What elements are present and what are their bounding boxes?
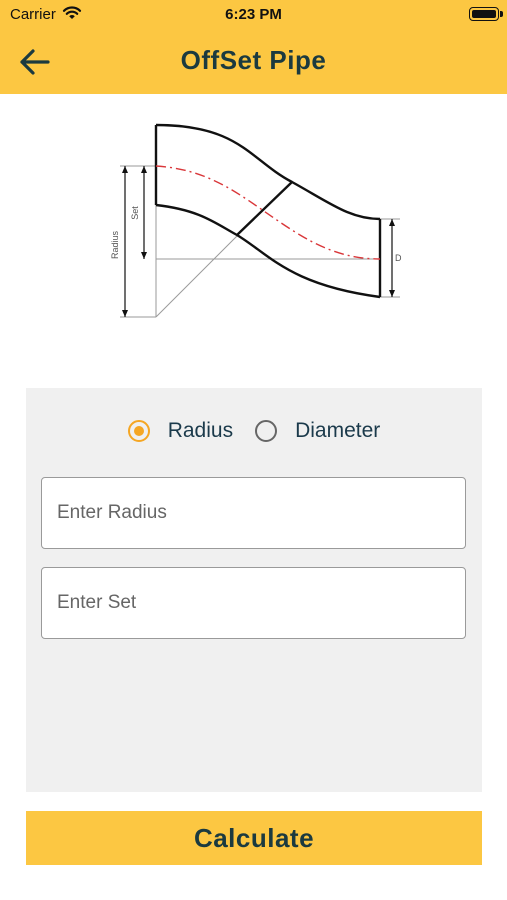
radio-label-diameter[interactable]: Diameter (295, 419, 380, 443)
input-panel: Radius Diameter (26, 388, 482, 792)
mode-radio-group: Radius Diameter (26, 416, 482, 446)
diameter-dimension-label: D (395, 253, 402, 263)
battery-icon (469, 7, 503, 21)
status-time: 6:23 PM (225, 6, 282, 23)
page-title: OffSet Pipe (180, 45, 327, 75)
set-input[interactable] (41, 567, 466, 639)
status-bar: Carrier 6:23 PM (0, 0, 507, 30)
radius-input[interactable] (41, 477, 466, 549)
set-dimension-label: Set (130, 206, 140, 220)
calculate-button[interactable]: Calculate (26, 811, 482, 865)
radio-selected-icon[interactable] (127, 420, 150, 442)
radio-unselected-icon[interactable] (255, 420, 278, 442)
nav-bar: OffSet Pipe (0, 30, 507, 94)
offset-pipe-diagram: Radius Set D (100, 115, 410, 330)
radio-option-diameter[interactable]: Diameter (255, 419, 380, 443)
radio-option-radius[interactable]: Radius (127, 419, 233, 443)
radio-label-radius[interactable]: Radius (168, 419, 233, 443)
radius-dimension-label: Radius (110, 230, 120, 259)
